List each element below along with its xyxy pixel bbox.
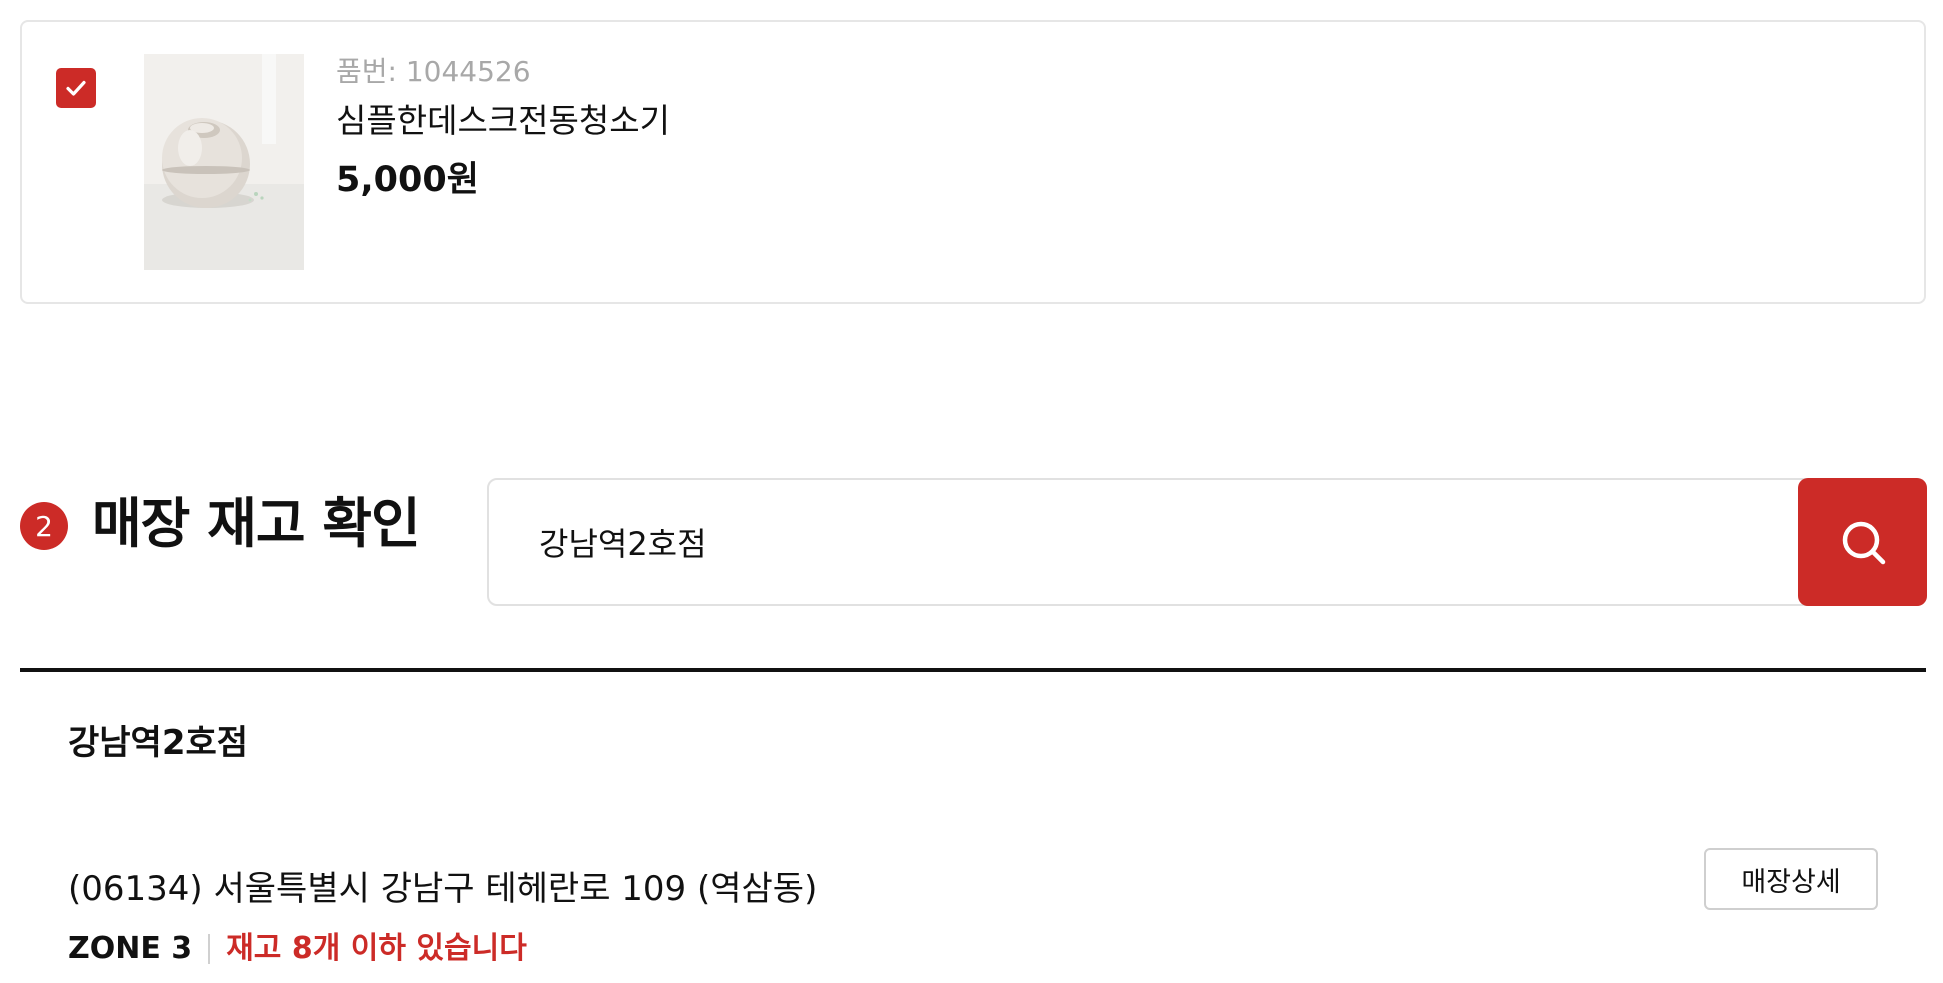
stock-status: 재고 8개 이하 있습니다 <box>226 931 527 966</box>
store-search-box <box>487 478 1927 606</box>
search-icon <box>1842 521 1885 565</box>
desk-vacuum-image <box>144 54 304 270</box>
stock-info-row: ZONE 3 재고 8개 이하 있습니다 <box>68 934 527 964</box>
store-detail-button[interactable]: 매장상세 <box>1704 848 1878 910</box>
product-image[interactable] <box>144 54 304 270</box>
section-divider <box>20 668 1926 672</box>
store-name: 강남역2호점 <box>68 723 249 763</box>
zone-label: ZONE 3 <box>68 931 193 966</box>
page: 품번: 1044526 심플한데스크전동청소기 5,000원 2 매장 재고 확… <box>0 0 1943 983</box>
product-price: 5,000원 <box>336 160 479 200</box>
product-name[interactable]: 심플한데스크전동청소기 <box>336 104 670 137</box>
store-address: (06134) 서울특별시 강남구 테헤란로 109 (역삼동) <box>68 869 818 909</box>
step-badge: 2 <box>20 502 68 550</box>
product-code: 품번: 1044526 <box>336 55 531 88</box>
check-icon <box>66 80 86 96</box>
product-info: 품번: 1044526 심플한데스크전동청소기 5,000원 <box>336 58 670 198</box>
product-card: 품번: 1044526 심플한데스크전동청소기 5,000원 <box>20 20 1926 304</box>
search-button[interactable] <box>1798 478 1927 606</box>
product-checkbox[interactable] <box>56 68 96 108</box>
section-title: 매장 재고 확인 <box>92 492 421 555</box>
store-search-input[interactable] <box>491 482 1771 602</box>
separator <box>208 934 211 964</box>
